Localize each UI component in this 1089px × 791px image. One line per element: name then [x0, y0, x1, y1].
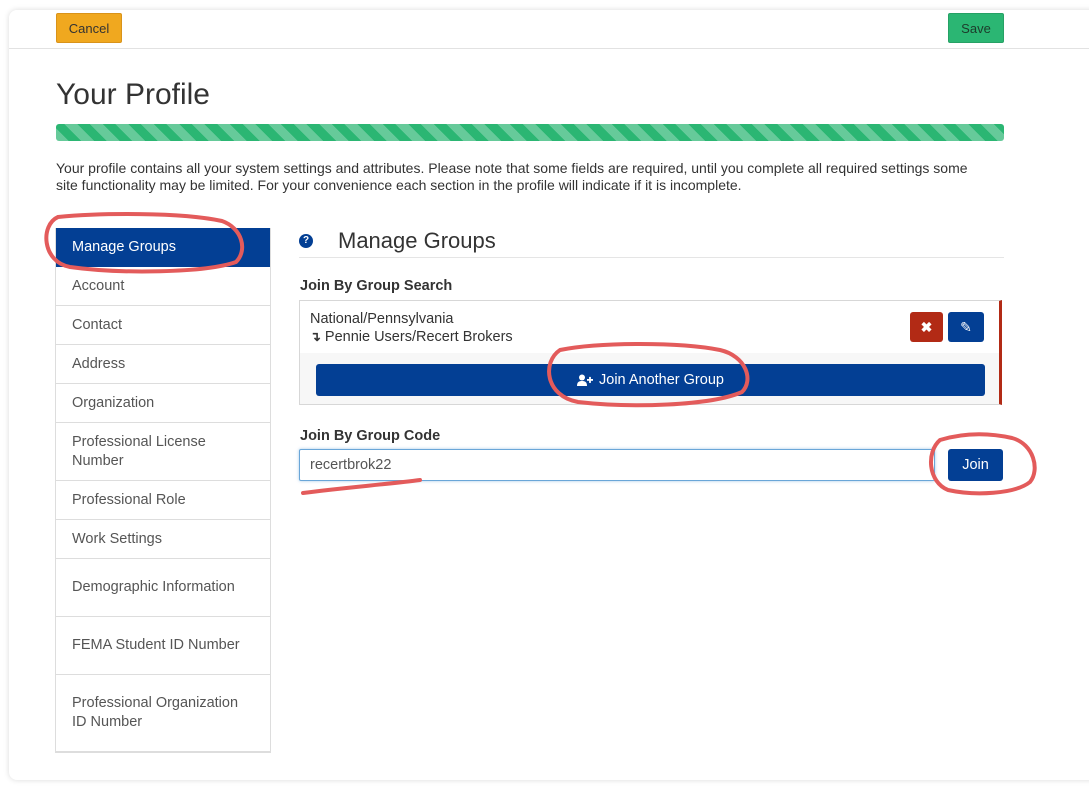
- sidebar-item-label: Professional License Number: [72, 433, 206, 469]
- manage-groups-header: ? Manage Groups: [299, 227, 1004, 258]
- group-subgroup: ↴ Pennie Users/Recert Brokers: [310, 329, 513, 345]
- sidebar-item-label: FEMA Student ID Number: [72, 637, 240, 653]
- selected-group: National/Pennsylvania ↴ Pennie Users/Rece…: [300, 301, 999, 353]
- group-code-input[interactable]: [299, 449, 935, 481]
- profile-intro-text: Your profile contains all your system se…: [56, 160, 968, 193]
- sidebar-item-work-settings[interactable]: Work Settings: [56, 520, 270, 559]
- join-another-group-label: Join Another Group: [599, 372, 724, 388]
- cancel-button[interactable]: Cancel: [56, 13, 122, 43]
- sidebar-item-manage-groups[interactable]: Manage Groups: [56, 228, 270, 267]
- progress-bar-fill: [56, 124, 1004, 141]
- subgroup-arrow-icon: ↴: [310, 329, 321, 344]
- sidebar-item-label: Manage Groups: [72, 239, 176, 255]
- profile-progress-bar: [56, 124, 1004, 141]
- sidebar-item-professional-role[interactable]: Professional Role: [56, 481, 270, 520]
- save-button[interactable]: Save: [948, 13, 1004, 43]
- group-search-label: Join By Group Search: [300, 278, 453, 294]
- sidebar-item-label: Professional Organization ID Number: [72, 695, 239, 730]
- subgroup-label: Pennie Users/Recert Brokers: [324, 329, 513, 345]
- group-search-panel: National/Pennsylvania ↴ Pennie Users/Rece…: [299, 300, 1002, 405]
- sidebar-item-label: Work Settings: [72, 530, 162, 547]
- sidebar-item-professional-license-number[interactable]: Professional License Number: [56, 423, 270, 481]
- sidebar-item-fema-student-id-number[interactable]: FEMA Student ID Number: [56, 617, 270, 675]
- join-button[interactable]: Join: [948, 449, 1003, 481]
- group-path: National/Pennsylvania: [310, 311, 454, 327]
- sidebar-item-demographic-information[interactable]: Demographic Information: [56, 559, 270, 617]
- edit-group-button[interactable]: ✎: [948, 312, 984, 342]
- sidebar-item-label: Contact: [72, 316, 122, 333]
- sidebar-item-label: Demographic Information: [72, 579, 235, 595]
- sidebar-item-address[interactable]: Address: [56, 345, 270, 384]
- sidebar-item-label: Account: [72, 277, 125, 294]
- sidebar-item-contact[interactable]: Contact: [56, 306, 270, 345]
- section-title: Manage Groups: [338, 228, 496, 253]
- sidebar-item-organization[interactable]: Organization: [56, 384, 270, 423]
- sidebar-item-label: Professional Role: [72, 491, 186, 508]
- page-title: Your Profile: [56, 78, 210, 111]
- remove-group-button[interactable]: ✖: [910, 312, 943, 342]
- top-toolbar: [9, 10, 1089, 49]
- add-user-icon: [577, 374, 594, 386]
- profile-sidebar: Manage Groups Account Contact Address Or…: [55, 228, 271, 753]
- pencil-icon: ✎: [960, 318, 972, 335]
- group-code-label: Join By Group Code: [300, 428, 441, 444]
- sidebar-item-label: Organization: [72, 394, 155, 411]
- join-another-group-button[interactable]: Join Another Group: [316, 364, 985, 396]
- sidebar-item-account[interactable]: Account: [56, 267, 270, 306]
- close-icon: ✖: [920, 318, 933, 335]
- sidebar-item-label: Address: [72, 355, 126, 372]
- sidebar-item-professional-organization-id-number[interactable]: Professional Organization ID Number: [56, 675, 270, 752]
- question-circle-icon[interactable]: ?: [299, 234, 313, 248]
